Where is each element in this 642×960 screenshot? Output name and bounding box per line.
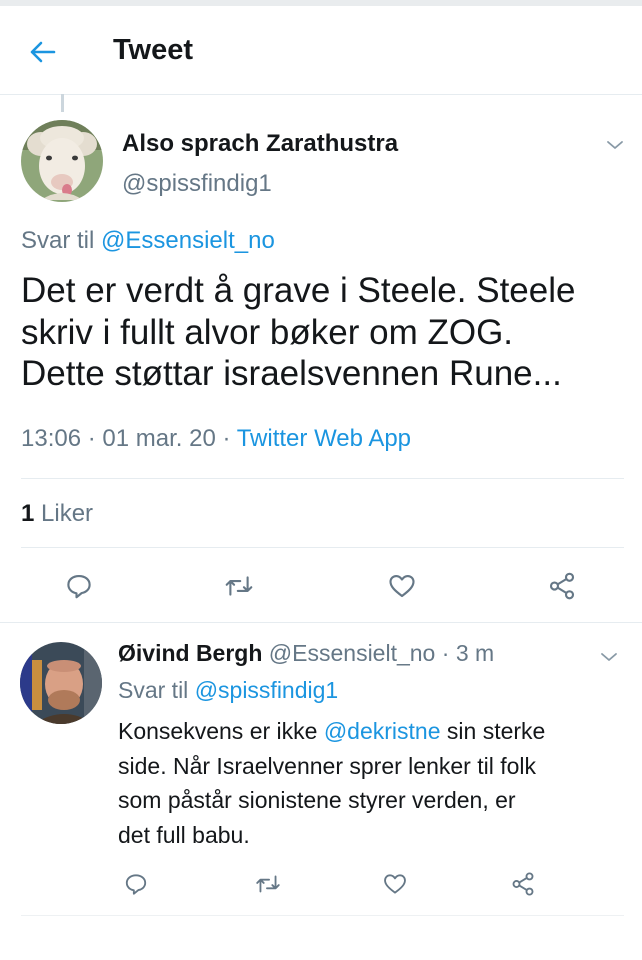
reply-prefix: Svar til bbox=[118, 677, 189, 703]
tweet-date[interactable]: 01 mar. 20 bbox=[102, 425, 215, 452]
author-handle[interactable]: @spissfindig1 bbox=[122, 170, 272, 198]
likes-label: Liker bbox=[41, 500, 94, 527]
reply-timestamp[interactable]: 3 m bbox=[456, 640, 494, 666]
likes-count: 1 bbox=[21, 500, 35, 527]
tweet-text-line: Dette støttar israelsvennen Rune... bbox=[21, 354, 562, 393]
reply-text-line: Konsekvens er ikke @dekristne sin sterke bbox=[118, 714, 628, 749]
retweet-icon bbox=[225, 576, 253, 596]
meta-separator: · bbox=[222, 425, 231, 452]
reply-author-handle[interactable]: @Essensielt_no bbox=[269, 640, 436, 666]
likes-count-link[interactable]: 1 Liker bbox=[21, 500, 93, 528]
reply-button[interactable] bbox=[57, 566, 101, 606]
reply-button[interactable] bbox=[114, 864, 158, 904]
reply-header: Øivind Bergh @Essensielt_no · 3 m bbox=[118, 640, 494, 667]
divider bbox=[21, 547, 624, 548]
like-button[interactable] bbox=[380, 566, 424, 606]
reply-text: Konsekvens er ikke @dekristne sin sterke… bbox=[118, 714, 628, 852]
reply-avatar[interactable] bbox=[20, 642, 102, 724]
sheep-avatar-image bbox=[21, 120, 103, 202]
tweet-text-line: Det er verdt å grave i Steele. Steele bbox=[21, 271, 576, 310]
reply-text-segment: Konsekvens er ikke bbox=[118, 718, 324, 744]
reply-to-handle-link[interactable]: @Essensielt_no bbox=[101, 227, 275, 254]
reply-text-line: det full babu. bbox=[118, 821, 250, 848]
reply-replying-to: Svar til @spissfindig1 bbox=[118, 677, 338, 704]
chevron-down-icon bbox=[607, 141, 623, 149]
reply-text-line: som påstår sionistene styrer verden, er bbox=[118, 787, 516, 813]
comment-icon bbox=[67, 574, 91, 599]
tweet-source-link[interactable]: Twitter Web App bbox=[237, 425, 411, 452]
person-avatar-image bbox=[20, 642, 102, 724]
reply-menu-button[interactable] bbox=[597, 645, 621, 669]
tweet-time[interactable]: 13:06 bbox=[21, 425, 81, 452]
retweet-button[interactable] bbox=[217, 566, 261, 606]
heart-icon bbox=[384, 874, 406, 894]
meta-separator: · bbox=[87, 425, 96, 452]
reply-text-line: side. Når Israelvenner sprer lenker til … bbox=[118, 752, 536, 779]
thread-connector-line bbox=[61, 94, 64, 112]
top-header: Tweet bbox=[0, 6, 642, 95]
retweet-icon bbox=[256, 875, 280, 893]
chevron-down-icon bbox=[601, 653, 617, 661]
arrow-left-icon bbox=[30, 41, 56, 63]
reply-prefix: Svar til bbox=[21, 227, 95, 254]
author-name[interactable]: Also sprach Zarathustra bbox=[122, 130, 398, 158]
divider bbox=[21, 478, 624, 479]
divider bbox=[21, 915, 624, 916]
meta-separator: · bbox=[441, 640, 450, 666]
like-button[interactable] bbox=[373, 864, 417, 904]
comment-icon bbox=[125, 874, 147, 895]
tweet-text-line: skriv i fullt alvor bøker om ZOG. bbox=[21, 312, 514, 352]
tweet-menu-button[interactable] bbox=[603, 133, 627, 157]
share-icon bbox=[549, 572, 575, 600]
replying-to: Svar til @Essensielt_no bbox=[21, 227, 275, 255]
share-button[interactable] bbox=[540, 566, 584, 606]
avatar[interactable] bbox=[21, 120, 103, 202]
heart-icon bbox=[389, 574, 415, 598]
page-title: Tweet bbox=[113, 34, 194, 66]
retweet-button[interactable] bbox=[246, 864, 290, 904]
tweet-text: Det er verdt å grave i Steele. Steele sk… bbox=[21, 270, 631, 395]
reply-text-segment: sin sterke bbox=[440, 718, 546, 744]
share-button[interactable] bbox=[501, 864, 545, 904]
back-button[interactable] bbox=[20, 32, 64, 72]
reply-to-handle-link[interactable]: @spissfindig1 bbox=[195, 677, 339, 703]
share-icon bbox=[512, 872, 534, 896]
reply-author-name[interactable]: Øivind Bergh bbox=[118, 640, 262, 666]
mention-link[interactable]: @dekristne bbox=[324, 718, 441, 744]
section-divider bbox=[0, 622, 642, 623]
tweet-metadata: 13:06 · 01 mar. 20 · Twitter Web App bbox=[21, 425, 411, 453]
